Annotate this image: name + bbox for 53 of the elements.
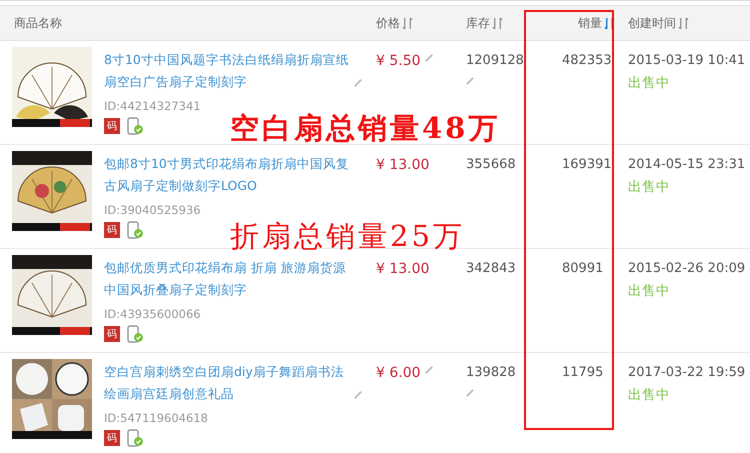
sort-icon[interactable] <box>604 16 615 30</box>
status-label: 出售中 <box>628 178 670 196</box>
product-title[interactable]: 空白宫扇刺绣空白团扇diy扇子舞蹈扇书法绘画扇宫廷扇创意礼品 <box>104 361 354 405</box>
mobile-check-icon[interactable] <box>126 429 144 447</box>
pencil-icon[interactable] <box>354 390 363 399</box>
price: ¥ 13.00 <box>376 261 430 277</box>
stock-count: 342843 <box>466 261 516 276</box>
code-badge[interactable]: 码 <box>104 222 120 238</box>
sales-count: 169391 <box>562 157 612 172</box>
sales-count: 80991 <box>562 261 604 276</box>
code-badge[interactable]: 码 <box>104 118 120 134</box>
product-title[interactable]: 包邮优质男式印花绢布扇 折扇 旅游扇货源中国风折叠扇子定制刻字 <box>104 257 354 301</box>
column-header[interactable]: 商品名称 <box>14 14 62 32</box>
annotation-text: 折扇总销量25万 <box>230 218 465 255</box>
mobile-check-icon[interactable] <box>126 325 144 343</box>
column-header[interactable]: 创建时间 <box>628 14 676 32</box>
price: ¥ 5.50 <box>376 53 421 69</box>
mobile-check-icon[interactable] <box>126 117 144 135</box>
product-id: ID:39040525936 <box>104 203 202 217</box>
status-label: 出售中 <box>628 74 670 92</box>
annotation-text: 空白扇总销量48万 <box>230 110 500 147</box>
sort-icon[interactable] <box>492 16 503 30</box>
column-header[interactable]: 销量 <box>578 14 602 32</box>
code-badge[interactable]: 码 <box>104 430 120 446</box>
mobile-check-icon[interactable] <box>126 221 144 239</box>
created-time: 2015-03-19 10:41 <box>628 53 746 68</box>
price: ¥ 6.00 <box>376 365 421 381</box>
stock-count: 1209128 <box>466 53 524 68</box>
column-header[interactable]: 价格 <box>376 14 400 32</box>
created-time: 2017-03-22 19:59 <box>628 365 746 380</box>
pencil-icon[interactable] <box>466 76 475 85</box>
status-label: 出售中 <box>628 282 670 300</box>
code-badge[interactable]: 码 <box>104 326 120 342</box>
product-title[interactable]: 包邮8寸10寸男式印花绢布扇折扇中国风复古风扇子定制做刻字LOGO <box>104 153 354 197</box>
sort-icon[interactable] <box>402 16 413 30</box>
pencil-icon[interactable] <box>424 365 434 374</box>
product-id: ID:547119604618 <box>104 411 209 425</box>
pencil-icon[interactable] <box>354 78 363 87</box>
pencil-icon[interactable] <box>424 53 434 62</box>
created-time: 2014-05-15 23:31 <box>628 157 746 172</box>
price: ¥ 13.00 <box>376 157 430 173</box>
stock-count: 139828 <box>466 365 516 380</box>
product-id: ID:44214327341 <box>104 99 202 113</box>
sales-count: 482353 <box>562 53 612 68</box>
product-id: ID:43935600066 <box>104 307 202 321</box>
status-label: 出售中 <box>628 386 670 404</box>
stock-count: 355668 <box>466 157 516 172</box>
product-title[interactable]: 8寸10寸中国风题字书法白纸绢扇折扇宣纸扇空白广告扇子定制刻字 <box>104 49 354 93</box>
created-time: 2015-02-26 20:09 <box>628 261 746 276</box>
sort-icon[interactable] <box>678 16 689 30</box>
column-header[interactable]: 库存 <box>466 14 490 32</box>
sales-count: 11795 <box>562 365 604 380</box>
pencil-icon[interactable] <box>466 388 475 397</box>
